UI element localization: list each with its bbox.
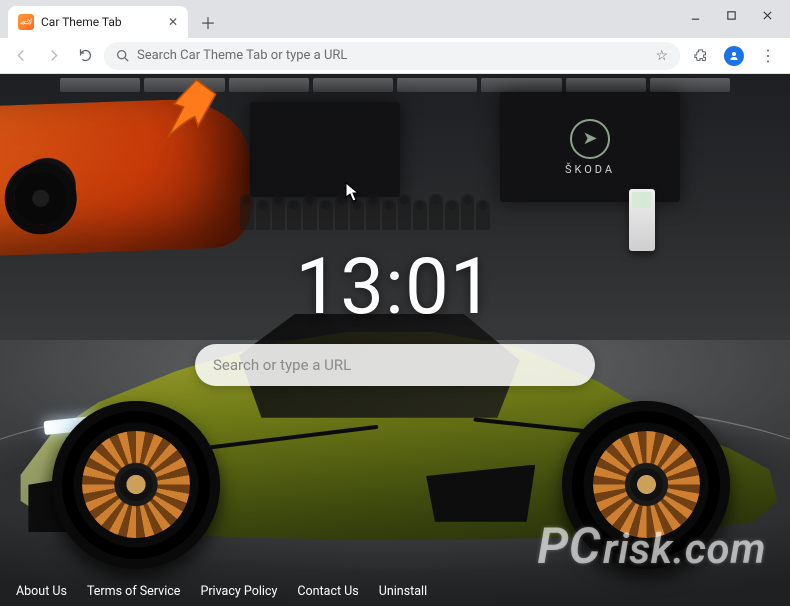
profile-avatar-icon	[724, 46, 744, 66]
extensions-button[interactable]	[686, 42, 714, 70]
clock-display: 13:01	[295, 242, 494, 333]
browser-tab[interactable]: 🏎 Car Theme Tab ✕	[8, 6, 188, 38]
newtab-content: ➤ ŠKODA 13:01 Search or ty	[0, 74, 790, 606]
backdrop-brand-panel: ➤ ŠKODA	[500, 92, 680, 202]
window-maximize-button[interactable]	[714, 4, 748, 26]
window-controls	[678, 4, 784, 26]
footer-links: About Us Terms of Service Privacy Policy…	[0, 576, 790, 606]
tab-close-icon[interactable]: ✕	[168, 15, 178, 29]
tab-title: Car Theme Tab	[41, 15, 122, 29]
search-icon	[116, 49, 129, 62]
kebab-menu-button[interactable]: ⋮	[754, 42, 782, 70]
car-wheel-rear	[562, 401, 730, 569]
browser-toolbar: Search Car Theme Tab or type a URL ☆ ⋮	[0, 38, 790, 74]
footer-link-about[interactable]: About Us	[16, 584, 67, 599]
mouse-cursor-icon	[345, 182, 359, 202]
newtab-search-input[interactable]: Search or type a URL	[195, 344, 595, 386]
tab-favicon-icon: 🏎	[18, 14, 34, 30]
profile-button[interactable]	[720, 42, 748, 70]
window-minimize-button[interactable]	[678, 4, 712, 26]
car-wheel-front	[52, 401, 220, 569]
nav-reload-button[interactable]	[72, 43, 98, 69]
backdrop-panel	[250, 102, 400, 197]
brand-logo-icon: ➤	[570, 119, 610, 159]
footer-link-uninstall[interactable]: Uninstall	[379, 584, 427, 599]
new-tab-button[interactable]: ＋	[194, 8, 222, 36]
background-scene: ➤ ŠKODA	[0, 74, 790, 606]
window-titlebar: 🏎 Car Theme Tab ✕ ＋	[0, 0, 790, 38]
brand-name: ŠKODA	[565, 163, 615, 176]
omnibox-placeholder: Search Car Theme Tab or type a URL	[137, 48, 347, 63]
nav-back-button[interactable]	[8, 43, 34, 69]
footer-link-privacy[interactable]: Privacy Policy	[200, 584, 277, 599]
crowd-silhouette	[0, 194, 790, 234]
bookmark-star-icon[interactable]: ☆	[655, 48, 668, 64]
footer-link-terms[interactable]: Terms of Service	[87, 584, 180, 599]
newtab-search-placeholder: Search or type a URL	[213, 356, 351, 374]
nav-forward-button[interactable]	[40, 43, 66, 69]
omnibox[interactable]: Search Car Theme Tab or type a URL ☆	[104, 42, 680, 70]
hero-car	[5, 298, 785, 558]
footer-link-contact[interactable]: Contact Us	[297, 584, 358, 599]
window-close-button[interactable]	[750, 4, 784, 26]
